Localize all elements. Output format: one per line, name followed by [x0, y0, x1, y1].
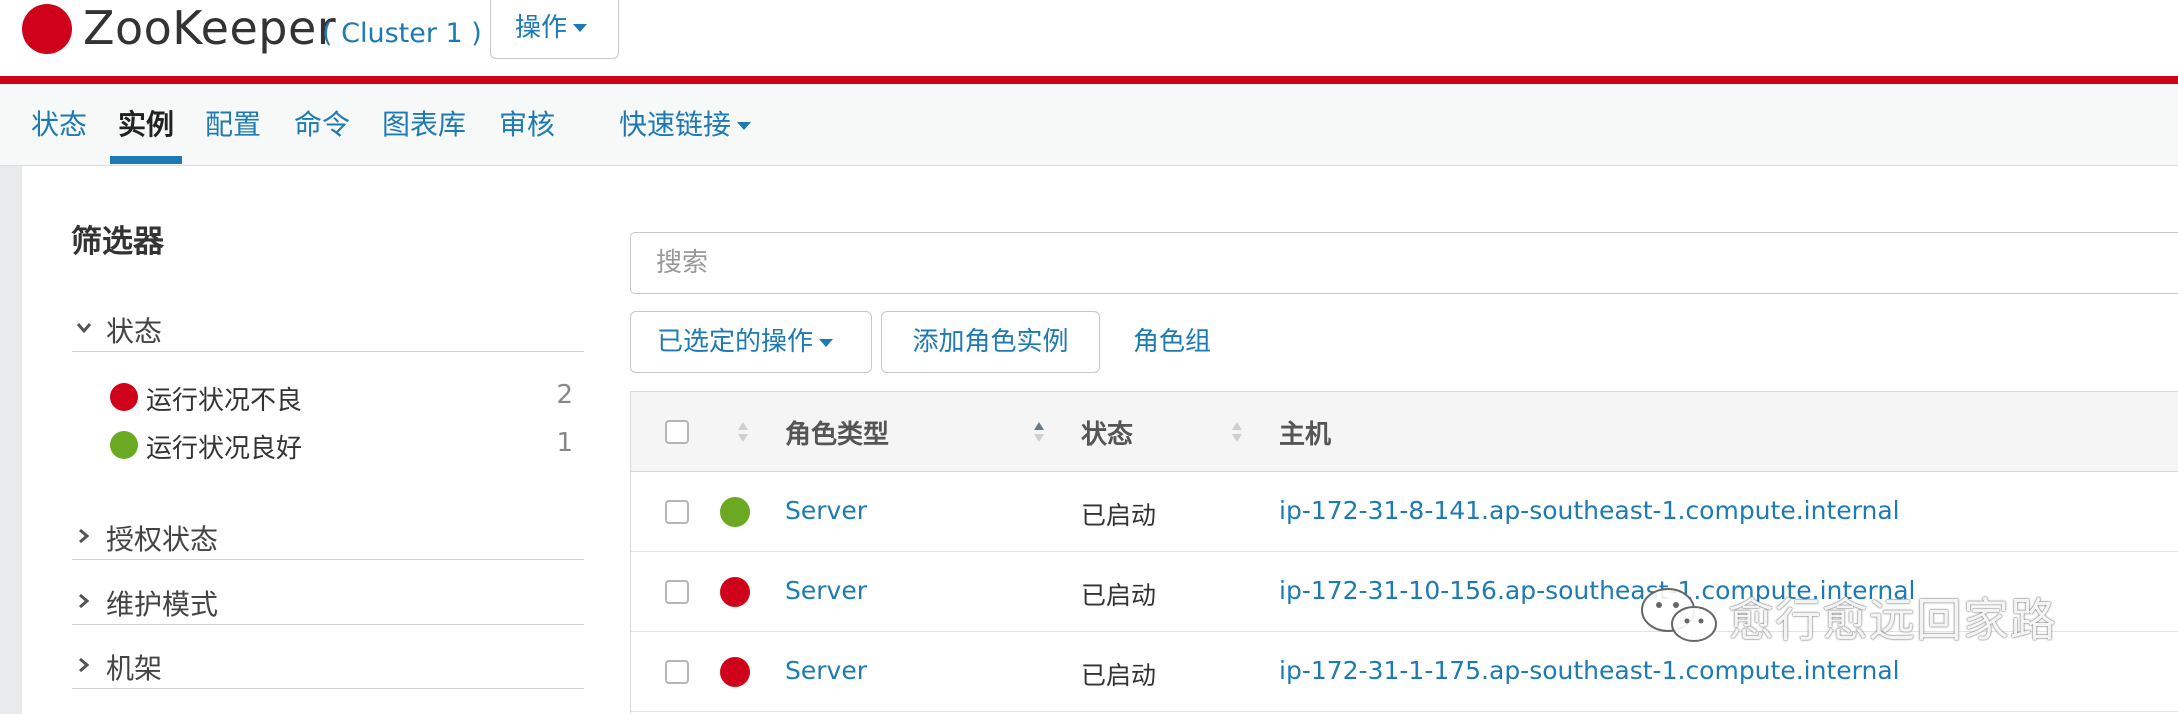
wechat-icon	[1641, 588, 1717, 642]
column-header-role-type[interactable]: 角色类型	[785, 414, 889, 451]
filter-item-healthy[interactable]: 运行状况良好 1	[110, 425, 585, 465]
selected-actions-button[interactable]: 已选定的操作	[630, 311, 872, 373]
role-type-link[interactable]: Server	[785, 576, 867, 605]
tab-configuration[interactable]: 配置	[205, 102, 261, 148]
chevron-down-icon	[76, 323, 92, 334]
facet-maintenance-mode[interactable]: 维护模式	[72, 581, 584, 625]
role-status: 已启动	[1081, 581, 1157, 610]
tab-bar: 状态 实例 配置 命令 图表库 审核 快速链接	[0, 84, 2178, 166]
filter-item-label: 运行状况良好	[146, 434, 303, 464]
filter-item-label: 运行状况不良	[146, 386, 303, 416]
add-role-instance-button[interactable]: 添加角色实例	[881, 311, 1100, 373]
cluster-link[interactable]: ( Cluster 1 )	[322, 16, 482, 52]
role-type-link[interactable]: Server	[785, 656, 867, 685]
header-accent-bar	[0, 76, 2178, 84]
chevron-right-icon	[79, 528, 90, 544]
caret-down-icon	[737, 122, 752, 130]
caret-down-icon	[819, 338, 834, 347]
health-bad-icon	[720, 657, 750, 687]
facet-status[interactable]: 状态	[72, 308, 584, 352]
tab-quick-links[interactable]: 快速链接	[619, 102, 752, 148]
chevron-right-icon	[79, 657, 90, 673]
tab-commands[interactable]: 命令	[294, 102, 350, 148]
facet-label: 机架	[106, 652, 163, 685]
filters-title: 筛选器	[71, 224, 164, 260]
facet-rack[interactable]: 机架	[72, 645, 584, 689]
select-all-checkbox[interactable]	[665, 420, 689, 444]
actions-dropdown-label: 操作	[515, 12, 568, 43]
actions-dropdown-button[interactable]: 操作	[490, 0, 619, 59]
quick-links-label: 快速链接	[619, 108, 732, 141]
search-input[interactable]	[630, 232, 2178, 294]
role-groups-link[interactable]: 角色组	[1133, 311, 1211, 373]
service-health-icon	[22, 4, 72, 54]
active-tab-indicator	[110, 156, 182, 164]
facet-label: 维护模式	[106, 588, 219, 621]
selected-actions-label: 已选定的操作	[657, 327, 814, 357]
tab-instances[interactable]: 实例	[118, 102, 174, 148]
host-link[interactable]: ip-172-31-1-175.ap-southeast-1.compute.i…	[1279, 656, 1900, 685]
health-bad-icon	[720, 577, 750, 607]
tab-charts-library[interactable]: 图表库	[382, 102, 466, 148]
filter-item-count: 2	[556, 380, 573, 410]
role-status: 已启动	[1081, 661, 1157, 690]
app-header: ZooKeeper ( Cluster 1 ) 操作	[0, 0, 2178, 76]
column-header-status[interactable]: 状态	[1081, 414, 1133, 451]
left-gutter	[0, 166, 22, 714]
sort-ascending-icon[interactable]	[1033, 418, 1045, 446]
row-checkbox[interactable]	[665, 500, 689, 524]
watermark-text: 愈行愈远回家路	[1728, 593, 2057, 647]
instances-table: 角色类型 状态 主机 Server 已启动 ip-172-31-8-141.ap…	[630, 391, 2178, 714]
sort-icon[interactable]	[737, 418, 749, 446]
table-header: 角色类型 状态 主机	[631, 392, 2178, 472]
row-checkbox[interactable]	[665, 660, 689, 684]
table-row: Server 已启动 ip-172-31-8-141.ap-southeast-…	[631, 472, 2178, 552]
facet-authorization-status[interactable]: 授权状态	[72, 516, 584, 560]
role-status: 已启动	[1081, 501, 1157, 530]
column-header-host[interactable]: 主机	[1279, 414, 1331, 451]
health-good-icon	[110, 431, 138, 459]
tab-status[interactable]: 状态	[31, 102, 87, 148]
tab-audits[interactable]: 审核	[499, 102, 555, 148]
facet-label: 授权状态	[106, 523, 219, 556]
filter-item-count: 1	[556, 428, 573, 458]
page-title: ZooKeeper	[83, 1, 337, 55]
row-checkbox[interactable]	[665, 580, 689, 604]
role-type-link[interactable]: Server	[785, 496, 867, 525]
chevron-right-icon	[79, 593, 90, 609]
sort-icon[interactable]	[1231, 418, 1243, 446]
caret-down-icon	[573, 24, 588, 32]
host-link[interactable]: ip-172-31-8-141.ap-southeast-1.compute.i…	[1279, 496, 1900, 525]
filter-item-unhealthy[interactable]: 运行状况不良 2	[110, 377, 585, 417]
facet-status-label: 状态	[106, 315, 163, 348]
health-good-icon	[720, 497, 750, 527]
health-bad-icon	[110, 383, 138, 411]
